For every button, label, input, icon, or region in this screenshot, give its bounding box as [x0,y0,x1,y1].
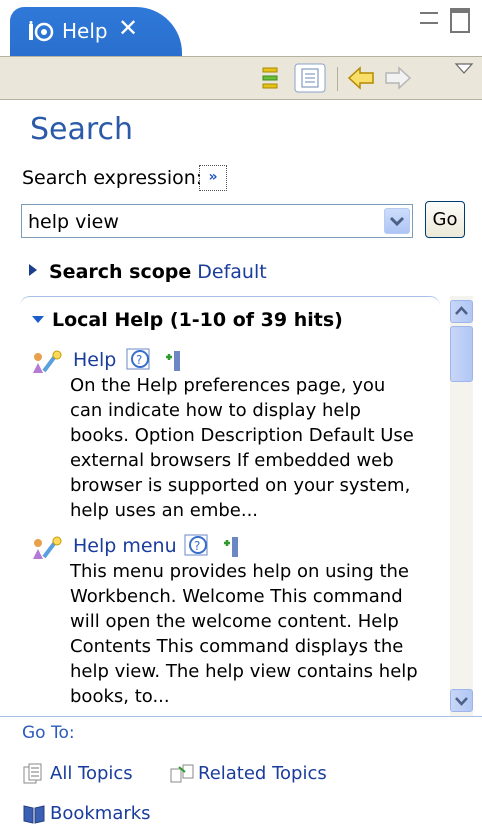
bookmarks-icon [23,805,45,824]
search-expression-label: Search expression: [22,167,203,189]
description-line: help view. The help view contains help [70,661,418,682]
all-topics-icon [23,763,42,784]
description-line: external browsers If embedded web [70,450,394,471]
search-result-icon [33,350,62,373]
search-hit-description: This menu provides help on using the Wor… [70,559,440,709]
show-all-topics-icon[interactable] [258,63,282,93]
search-hit-title[interactable]: Help [73,349,116,371]
expand-triangle-icon[interactable] [29,264,37,276]
scroll-up-button[interactable] [450,300,473,323]
view-tab-strip: Help ✕ [0,0,482,56]
help-view-icon [29,21,54,42]
description-line: books. Option Description Default Use [70,425,414,446]
description-line: books, to... [70,686,170,707]
description-line: will open the welcome content. Help [70,611,399,632]
show-in-all-topics-icon[interactable]: ? [183,533,213,559]
description-line: can indicate how to display help [70,400,361,421]
description-line: Workbench. Welcome This command [70,586,403,607]
chevron-down-icon [389,216,405,227]
scroll-down-button[interactable] [450,689,473,712]
close-icon[interactable]: ✕ [118,14,138,42]
search-combo[interactable] [21,204,413,238]
forward-arrow-icon[interactable] [384,63,412,93]
results-scrollbar[interactable] [450,296,473,716]
back-arrow-icon[interactable] [347,63,375,93]
search-scope-row: Search scope Default [29,261,267,283]
help-view-tab[interactable]: Help ✕ [10,7,182,56]
related-topics-icon [170,764,194,783]
toolbar-separator [337,67,338,91]
collapse-triangle-icon [32,316,44,323]
related-topics-label: Related Topics [198,763,327,784]
search-hit-description: On the Help preferences page, you can in… [70,373,440,523]
advanced-search-button[interactable]: » [199,165,227,191]
goto-label: Go To: [22,723,75,743]
search-input[interactable] [28,211,378,233]
chevron-down-icon [455,697,468,706]
local-help-header-label: Local Help (1-10 of 39 hits) [52,309,343,331]
view-menu-icon[interactable] [454,61,474,75]
svg-text:?: ? [136,353,142,367]
combo-dropdown-button[interactable] [384,208,410,234]
go-button[interactable]: Go [425,201,465,238]
add-bookmark-icon[interactable] [220,535,242,559]
search-title: Search [30,112,134,147]
toggle-description-icon[interactable] [294,63,326,93]
scroll-thumb[interactable] [450,326,473,382]
description-line: This menu provides help on using the [70,561,410,582]
show-in-all-topics-icon[interactable]: ? [125,347,155,373]
maximize-icon[interactable] [450,8,470,33]
description-line: help uses an embe... [70,500,259,521]
search-result-icon [33,536,62,559]
goto-section: Go To: All Topics Related Topics Bookmar… [0,716,482,840]
search-results-panel: Local Help (1-10 of 39 hits) Help ? On t… [20,296,440,717]
help-toolbar [0,56,482,100]
all-topics-label: All Topics [50,763,133,784]
window-controls [420,8,470,33]
description-line: Contents This command displays the [70,636,404,657]
minimize-icon[interactable] [420,12,438,24]
description-line: browser is supported on your system, [70,475,411,496]
add-bookmark-icon[interactable] [162,349,184,373]
local-help-section-header[interactable]: Local Help (1-10 of 39 hits) [32,309,343,331]
search-scope-label[interactable]: Search scope [49,261,191,283]
chevron-up-icon [455,306,468,315]
bookmarks-label: Bookmarks [50,803,151,824]
svg-text:?: ? [194,539,200,553]
tab-title: Help [62,19,108,43]
search-scope-link[interactable]: Default [197,261,266,283]
description-line: On the Help preferences page, you [70,375,386,396]
search-hit-title[interactable]: Help menu [73,535,177,557]
